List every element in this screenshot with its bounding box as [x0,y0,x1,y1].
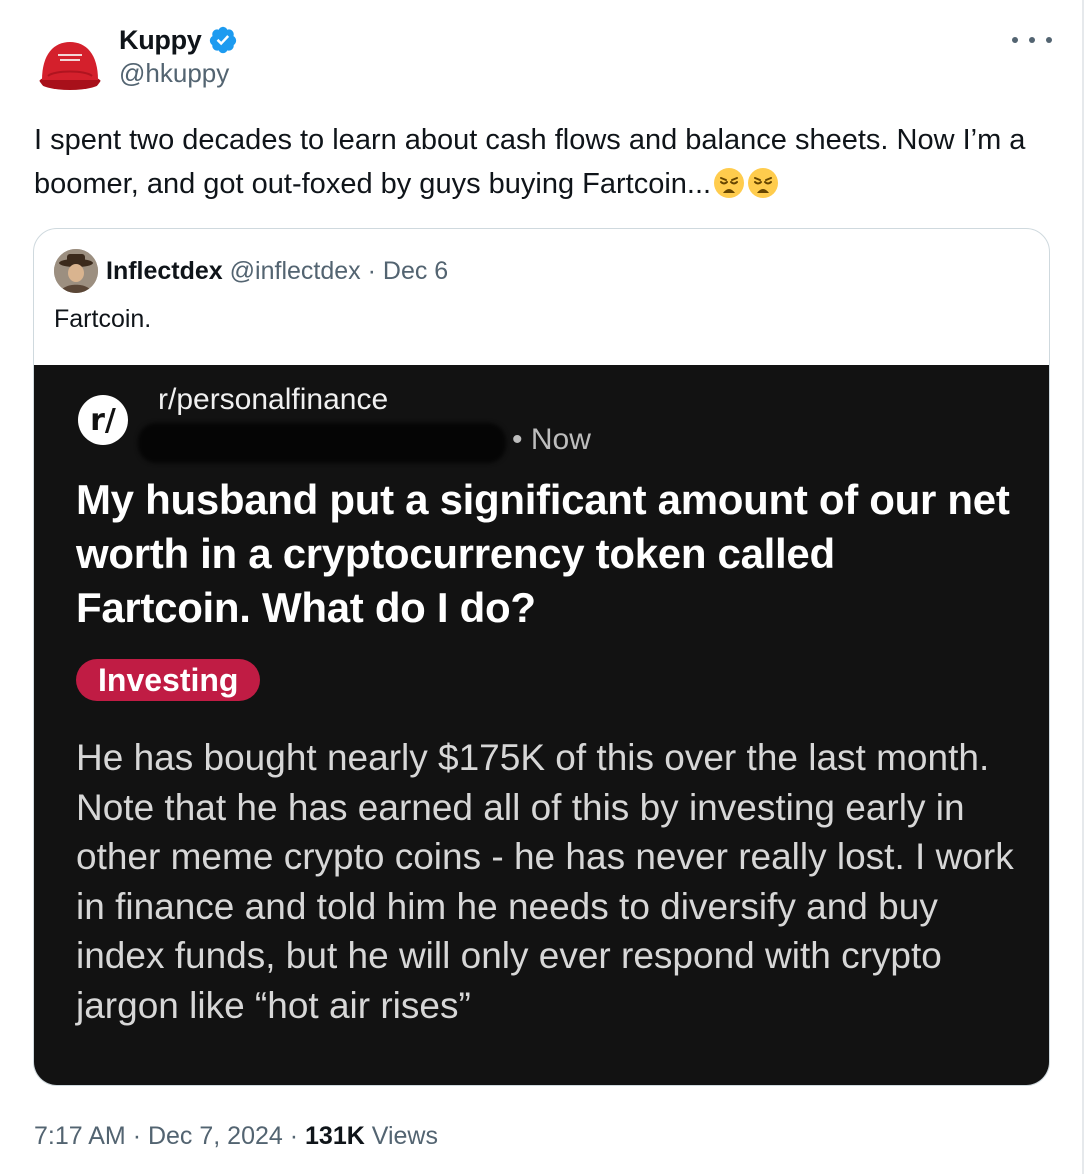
author-avatar[interactable] [34,26,106,98]
weary-face-emoji-icon [747,167,779,199]
tweet-footer: 7:17 AM · Dec 7, 2024 · 131K Views [34,1118,438,1154]
footer-separator: · [289,1122,299,1150]
quote-author-avatar[interactable] [54,249,98,293]
person-hat-avatar-icon [54,249,98,293]
views-label: Views [371,1122,438,1150]
quote-display-name[interactable]: Inflectdex [106,257,223,285]
red-cap-icon [39,42,101,90]
quote-text: Fartcoin. [54,305,152,333]
more-dot-icon [1012,37,1018,43]
weary-face-emoji-icon [713,167,745,199]
reddit-post-image[interactable]: r/ r/personalfinance • Now My husband pu… [34,365,1049,1085]
footer-separator: · [132,1122,142,1150]
tweet-text: I spent two decades to learn about cash … [34,118,1044,206]
quote-meta: Inflectdex @inflectdex · Dec 6 [106,253,448,289]
reddit-post-title: My husband put a significant amount of o… [76,476,1010,631]
quote-separator: · [367,257,376,285]
author-name-row: Kuppy [119,22,238,58]
more-options-button[interactable] [1012,26,1052,54]
verified-badge-icon [208,25,238,55]
tweet-date[interactable]: Dec 7, 2024 [148,1122,283,1150]
reddit-post-time: • Now [512,423,591,456]
reddit-flair-badge: Investing [76,659,261,701]
reddit-subreddit-logo-icon: r/ [78,395,128,445]
tweet-time[interactable]: 7:17 AM [34,1122,126,1150]
quote-date[interactable]: Dec 6 [383,257,448,285]
author-handle[interactable]: @hkuppy [119,58,229,89]
views-count: 131K [305,1122,365,1150]
reddit-subreddit-name: r/personalfinance [158,383,389,416]
tweet-text-content: I spent two decades to learn about cash … [34,124,1026,200]
more-dot-icon [1046,37,1052,43]
redacted-username-scribble [138,423,506,463]
reddit-post-body: He has bought nearly $175K of this over … [76,737,1014,1026]
quote-handle[interactable]: @inflectdex [230,257,361,285]
author-display-name[interactable]: Kuppy [119,25,202,56]
more-dot-icon [1029,37,1035,43]
quoted-tweet-card[interactable]: Inflectdex @inflectdex · Dec 6 Fartcoin.… [33,228,1050,1086]
